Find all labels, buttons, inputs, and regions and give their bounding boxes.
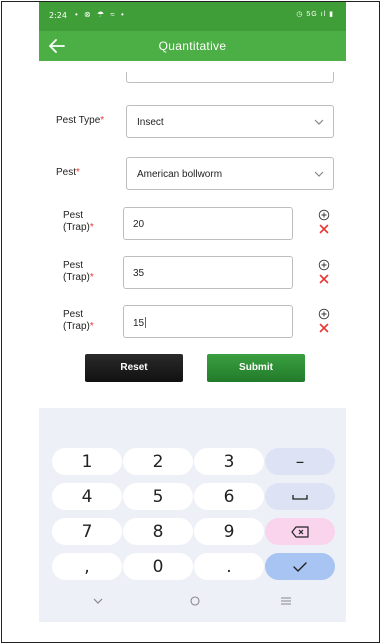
key-3[interactable]: 3 <box>194 448 264 475</box>
notification-icons: • ⊗ ☂ ≈ • <box>75 10 126 19</box>
trap-label: Pest (Trap)* <box>63 309 94 333</box>
status-time: 2:24 <box>49 11 67 20</box>
trap-count-input[interactable]: 20 <box>123 207 293 240</box>
previous-field[interactable] <box>126 72 334 83</box>
chevron-down-icon <box>314 119 324 125</box>
numeric-keyboard: 1 2 3 – 4 5 6 7 8 9 , 0 . <box>39 408 346 622</box>
pest-type-value: Insect <box>137 117 164 128</box>
key-7[interactable]: 7 <box>52 518 122 545</box>
key-0[interactable]: 0 <box>123 553 193 580</box>
pest-label-text: Pest <box>56 167 77 178</box>
add-circle-icon[interactable] <box>318 259 330 271</box>
trap-label: Pest (Trap)* <box>63 210 94 234</box>
key-2[interactable]: 2 <box>123 448 193 475</box>
submit-button[interactable]: Submit <box>207 354 305 382</box>
status-bar: 2:24 • ⊗ ☂ ≈ • ◷ 5G ıl ▮ <box>39 2 346 31</box>
home-circle-icon[interactable] <box>188 595 202 607</box>
key-minus[interactable]: – <box>265 448 335 475</box>
remove-x-icon[interactable] <box>318 322 330 334</box>
required-mark: * <box>89 321 94 332</box>
trap-count-value: 20 <box>133 219 145 230</box>
check-icon <box>293 561 307 572</box>
key-9[interactable]: 9 <box>194 518 264 545</box>
trap-label-line2: (Trap) <box>63 272 90 283</box>
chevron-down-icon <box>314 171 324 177</box>
key-backspace[interactable] <box>265 518 335 545</box>
trap-count-value: 15 <box>133 317 147 329</box>
page-title: Quantitative <box>158 39 227 53</box>
add-circle-icon[interactable] <box>318 209 330 221</box>
trap-count-value: 35 <box>133 268 145 279</box>
pest-type-select[interactable]: Insect <box>126 105 334 138</box>
key-done[interactable] <box>265 553 335 580</box>
key-5[interactable]: 5 <box>123 483 193 510</box>
space-icon <box>292 494 308 500</box>
required-mark: * <box>89 222 94 233</box>
trap-label-line2: (Trap) <box>63 321 90 332</box>
text-cursor <box>145 317 147 328</box>
pest-type-label-text: Pest Type <box>56 115 101 126</box>
key-1[interactable]: 1 <box>52 448 122 475</box>
system-status-icons: ◷ 5G ıl ▮ <box>296 11 334 18</box>
required-mark: * <box>100 115 105 126</box>
phone-screen: 2:24 • ⊗ ☂ ≈ • ◷ 5G ıl ▮ Quantitative Pe… <box>39 2 346 622</box>
required-mark: * <box>76 167 80 178</box>
pest-type-label: Pest Type* <box>56 115 104 127</box>
trap-count-text: 15 <box>133 318 145 329</box>
key-comma[interactable]: , <box>52 553 122 580</box>
trap-label-line1: Pest <box>63 260 84 271</box>
required-mark: * <box>89 272 94 283</box>
menu-lines-icon[interactable] <box>279 595 293 607</box>
backspace-icon <box>291 525 309 538</box>
key-8[interactable]: 8 <box>123 518 193 545</box>
key-4[interactable]: 4 <box>52 483 122 510</box>
key-period[interactable]: . <box>194 553 264 580</box>
trap-label: Pest (Trap)* <box>63 260 94 284</box>
pest-value: American bollworm <box>137 169 223 180</box>
trap-label-line1: Pest <box>63 210 84 221</box>
trap-label-line2: (Trap) <box>63 222 90 233</box>
add-circle-icon[interactable] <box>318 308 330 320</box>
trap-count-input[interactable]: 35 <box>123 256 293 289</box>
key-space[interactable] <box>265 483 335 510</box>
app-bar: Quantitative <box>39 31 346 61</box>
chevron-down-icon[interactable] <box>91 595 105 607</box>
pest-label: Pest* <box>56 167 80 179</box>
reset-button[interactable]: Reset <box>85 354 183 382</box>
trap-count-input[interactable]: 15 <box>123 305 293 338</box>
screenshot-frame: 2:24 • ⊗ ☂ ≈ • ◷ 5G ıl ▮ Quantitative Pe… <box>1 1 380 643</box>
pest-select[interactable]: American bollworm <box>126 157 334 190</box>
key-6[interactable]: 6 <box>194 483 264 510</box>
remove-x-icon[interactable] <box>318 223 330 235</box>
remove-x-icon[interactable] <box>318 273 330 285</box>
trap-label-line1: Pest <box>63 309 84 320</box>
